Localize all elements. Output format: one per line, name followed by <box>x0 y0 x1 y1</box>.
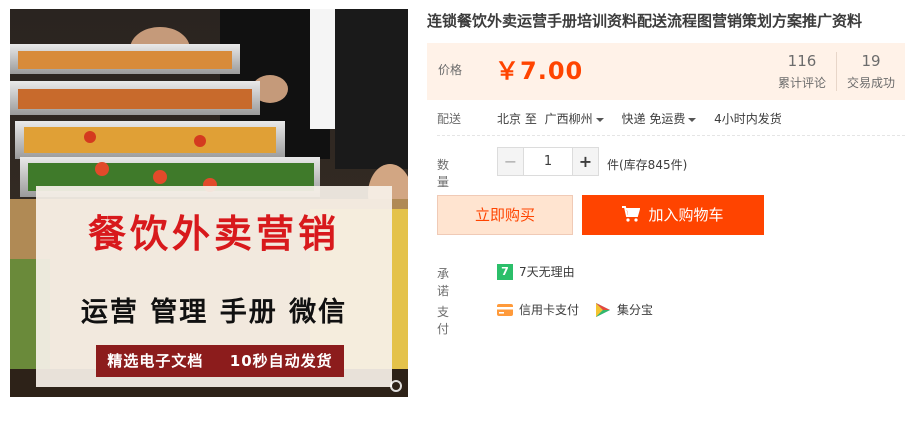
cart-icon <box>622 206 641 222</box>
seven-day-return[interactable]: 7 7天无理由 <box>497 263 575 280</box>
jifenbao-icon <box>596 302 611 317</box>
sales-count: 19 <box>861 52 881 70</box>
product-title: 连锁餐饮外卖运营手册培训资料配送流程图营销策划方案推广资料 <box>427 12 863 30</box>
reviews-stat[interactable]: 116 累计评论 <box>768 52 836 91</box>
price-label: 价格 <box>438 63 463 77</box>
promise-label: 承诺 <box>437 267 450 298</box>
credit-card-icon <box>497 303 513 316</box>
dispatch-time: 4小时内发货 <box>714 112 782 126</box>
promo-band-left: 精选电子文档 <box>107 352 204 370</box>
quantity-stepper: − 1 + <box>497 147 599 176</box>
jifenbao-payment[interactable]: 集分宝 <box>595 301 653 318</box>
credit-card-text: 信用卡支付 <box>519 303 580 317</box>
product-main-image[interactable]: 餐饮外卖营销 运营 管理 手册 微信 精选电子文档 10秒自动发货 <box>10 9 408 397</box>
quantity-input[interactable]: 1 <box>524 148 572 175</box>
shipping-from: 北京 至 <box>497 112 537 126</box>
price-panel: 价格 ￥7.00 116 累计评论 19 交易成功 <box>427 43 905 100</box>
promo-band-right: 10秒自动发货 <box>229 352 333 370</box>
destination-select[interactable]: 广西柳州 <box>545 112 618 126</box>
add-to-cart-button[interactable]: 加入购物车 <box>582 195 764 235</box>
jifenbao-text: 集分宝 <box>617 303 654 317</box>
increase-button[interactable]: + <box>572 148 598 175</box>
promo-subline: 运营 管理 手册 微信 <box>80 297 348 328</box>
credit-card-payment[interactable]: 信用卡支付 <box>497 301 579 318</box>
seven-day-text: 7天无理由 <box>519 265 575 279</box>
sales-label: 交易成功 <box>846 76 895 90</box>
promo-overlay: 餐饮外卖营销 运营 管理 手册 微信 精选电子文档 10秒自动发货 <box>36 186 392 387</box>
chevron-down-icon <box>688 117 697 122</box>
stock-info: 件(库存845件) <box>607 158 688 172</box>
delivery-method-select[interactable]: 快递 免运费 <box>622 112 711 126</box>
reviews-label: 累计评论 <box>777 76 826 90</box>
reviews-count: 116 <box>787 52 817 70</box>
decrease-button[interactable]: − <box>498 148 524 175</box>
promo-headline: 餐饮外卖营销 <box>87 212 340 256</box>
destination-value: 广西柳州 <box>544 112 593 126</box>
quantity-label: 数量 <box>437 158 450 189</box>
buy-now-button[interactable]: 立即购买 <box>437 195 573 235</box>
chevron-down-icon <box>595 117 604 122</box>
promo-band: 精选电子文档 10秒自动发货 <box>96 345 344 377</box>
payment-label: 支付 <box>437 305 450 336</box>
sales-stats: 116 累计评论 19 交易成功 <box>768 52 905 91</box>
shipping-row: 配送 北京 至 广西柳州 快递 免运费 4小时内发货 <box>437 110 905 136</box>
add-to-cart-label: 加入购物车 <box>648 206 724 224</box>
shipping-label: 配送 <box>437 112 462 126</box>
zoom-icon[interactable] <box>390 380 402 392</box>
delivery-method-value: 快递 免运费 <box>621 112 686 126</box>
price-value: ￥7.00 <box>495 57 584 85</box>
sales-stat[interactable]: 19 交易成功 <box>835 52 905 91</box>
seven-day-icon: 7 <box>497 263 513 280</box>
